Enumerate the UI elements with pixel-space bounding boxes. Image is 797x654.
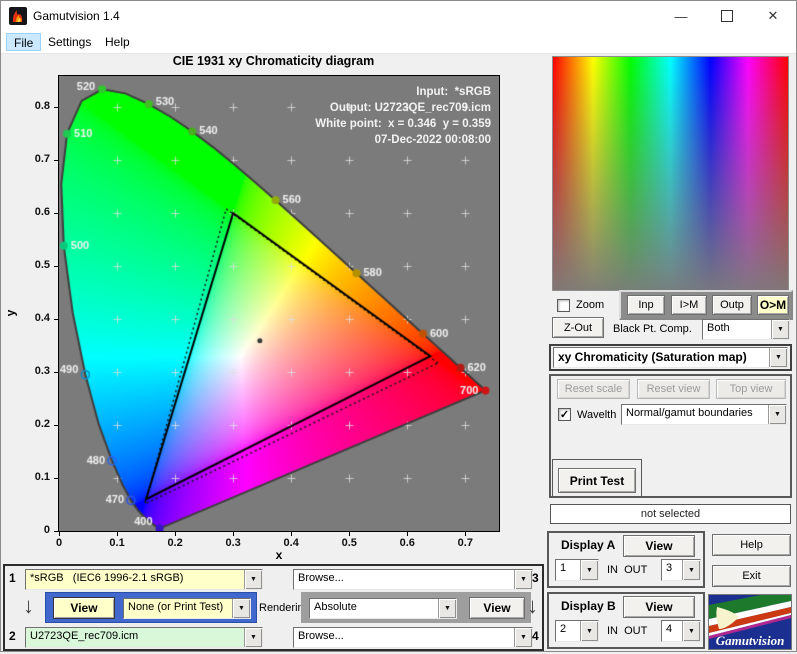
slot-4-number: 4 <box>532 629 539 643</box>
display-b-in-combo[interactable]: 2 ▼ <box>555 620 599 642</box>
display-a-inout-label: IN OUT <box>607 564 648 576</box>
menu-help[interactable]: Help <box>98 33 137 51</box>
wavelth-label: Wavelth <box>577 409 617 421</box>
app-window: Gamutvision 1.4 — ✕ File Settings Help C… <box>0 0 797 652</box>
chevron-down-icon[interactable]: ▼ <box>244 628 262 647</box>
chevron-down-icon[interactable]: ▼ <box>232 599 250 618</box>
status-bar: not selected <box>550 504 791 524</box>
flow-down-arrow-right: ↓ <box>527 593 538 618</box>
chart-panel: CIE 1931 xy Chromaticity diagram Input: … <box>1 53 546 564</box>
chevron-down-icon[interactable]: ▼ <box>514 570 532 589</box>
chevron-down-icon[interactable]: ▼ <box>580 621 598 641</box>
plot-annotations: Input: *sRGB Output: U2723QE_rec709.icm Wh… <box>315 86 491 146</box>
minimize-button[interactable]: — <box>658 1 704 31</box>
transfer-combo[interactable]: None (or Print Test) ▼ <box>123 598 251 619</box>
display-a-title: Display A <box>561 538 616 552</box>
black-pt-comp-combo[interactable]: Both ▼ <box>702 319 790 340</box>
chevron-down-icon[interactable]: ▼ <box>580 560 598 580</box>
menu-settings[interactable]: Settings <box>41 33 98 51</box>
outp-button[interactable]: Outp <box>712 295 752 315</box>
display-a-out-combo[interactable]: 3 ▼ <box>661 559 701 581</box>
maximize-icon <box>721 10 733 22</box>
reset-scale-button[interactable]: Reset scale <box>557 379 630 399</box>
slot-3-number: 3 <box>532 571 539 585</box>
input-profile-combo[interactable]: *sRGB (IEC6 1996-2.1 sRGB) ▼ <box>25 569 263 590</box>
slot-2-number: 2 <box>9 629 16 643</box>
logo-text: Gamutvision <box>716 633 785 648</box>
input-browse-combo[interactable]: Browse... ▼ <box>293 569 533 590</box>
close-button[interactable]: ✕ <box>750 1 796 31</box>
chevron-down-icon[interactable]: ▼ <box>514 628 532 647</box>
display-b-view-button[interactable]: View <box>623 596 695 618</box>
window-title: Gamutvision 1.4 <box>33 9 120 23</box>
wavelth-checkbox[interactable]: ✓ <box>558 408 571 421</box>
view-mode-combo[interactable]: xy Chromaticity (Saturation map) ▼ <box>553 347 788 368</box>
reset-view-button[interactable]: Reset view <box>637 379 710 399</box>
inp-button[interactable]: Inp <box>627 295 665 315</box>
hue-saturation-map <box>552 56 789 291</box>
exit-button[interactable]: Exit <box>712 565 791 587</box>
logo-graphic: Gamutvision <box>709 589 791 649</box>
flow-down-arrow-left: ↓ <box>23 593 34 618</box>
zoom-checkbox-label: Zoom <box>576 299 605 311</box>
print-test-button[interactable]: Print Test <box>558 468 636 493</box>
title-bar: Gamutvision 1.4 — ✕ <box>1 1 796 31</box>
y-axis-label: y <box>3 309 18 317</box>
zoom-checkbox[interactable] <box>557 299 570 312</box>
display-b-inout-label: IN OUT <box>607 625 648 637</box>
chevron-down-icon[interactable]: ▼ <box>771 320 789 339</box>
chevron-down-icon[interactable]: ▼ <box>768 405 786 424</box>
view-input-button[interactable]: View <box>53 597 115 619</box>
display-b-out-combo[interactable]: 4 ▼ <box>661 620 701 642</box>
profile-selection-panel: 1 *sRGB (IEC6 1996-2.1 sRGB) ▼ Browse...… <box>3 564 544 651</box>
menu-file[interactable]: File <box>6 33 42 51</box>
i-to-m-button[interactable]: I>M <box>671 295 707 315</box>
z-out-button[interactable]: Z-Out <box>552 317 604 338</box>
display-b-title: Display B <box>561 599 616 613</box>
rendering-intent-combo[interactable]: Absolute ▼ <box>309 598 457 619</box>
chevron-down-icon[interactable]: ▼ <box>244 570 262 589</box>
o-to-m-button[interactable]: O>M <box>757 295 789 315</box>
menu-bar: File Settings Help <box>1 31 796 54</box>
gamutvision-logo: Gamutvision <box>708 589 792 650</box>
output-profile-combo[interactable]: U2723QE_rec709.icm ▼ <box>25 627 263 648</box>
chevron-down-icon[interactable]: ▼ <box>769 348 787 367</box>
display-a-in-combo[interactable]: 1 ▼ <box>555 559 599 581</box>
chart-title: CIE 1931 xy Chromaticity diagram <box>172 54 375 68</box>
wavelength-display-combo[interactable]: Normal/gamut boundaries ▼ <box>621 404 787 425</box>
chevron-down-icon[interactable]: ▼ <box>438 599 456 618</box>
output-browse-combo[interactable]: Browse... ▼ <box>293 627 533 648</box>
display-a-view-button[interactable]: View <box>623 535 695 557</box>
view-output-button[interactable]: View <box>469 597 525 619</box>
maximize-button[interactable] <box>704 1 750 31</box>
black-pt-comp-label: Black Pt. Comp. <box>613 323 692 335</box>
chevron-down-icon[interactable]: ▼ <box>682 560 700 580</box>
x-axis-label: x <box>275 548 283 562</box>
slot-1-number: 1 <box>9 571 16 585</box>
help-button[interactable]: Help <box>712 534 791 556</box>
app-icon <box>9 7 27 25</box>
chevron-down-icon[interactable]: ▼ <box>682 621 700 641</box>
top-view-button[interactable]: Top view <box>716 379 786 399</box>
